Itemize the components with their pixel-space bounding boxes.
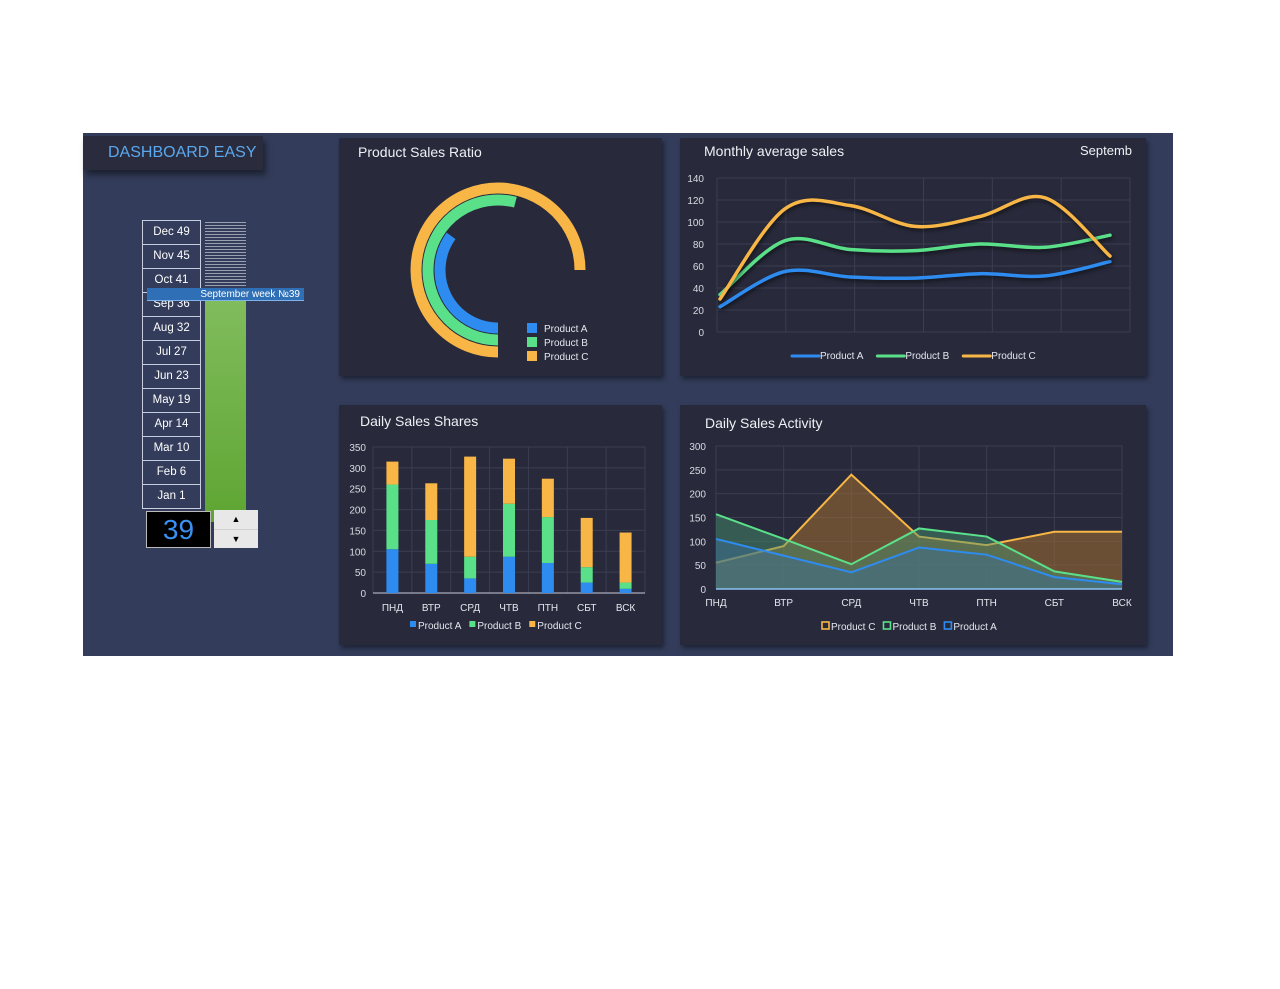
y-tick-label: 0 xyxy=(360,589,366,600)
y-tick-label: 100 xyxy=(689,537,706,548)
bar-product-c xyxy=(464,456,477,557)
bar-product-a xyxy=(580,582,593,593)
bar-product-a xyxy=(541,562,554,593)
y-tick-label: 50 xyxy=(695,561,707,572)
bar-product-b xyxy=(619,582,632,589)
legend-label: Product B xyxy=(892,622,936,633)
legend-swatch xyxy=(943,621,953,630)
y-tick-label: 100 xyxy=(687,218,704,229)
legend-label: Product C xyxy=(544,352,588,363)
legend-swatch xyxy=(527,351,537,361)
legend-label: Product C xyxy=(537,621,581,632)
legend-swatch xyxy=(882,621,892,630)
y-tick-label: 250 xyxy=(349,485,366,496)
bar-product-c xyxy=(425,483,438,520)
legend-swatch xyxy=(469,621,476,627)
y-tick-label: 50 xyxy=(355,568,367,579)
legend-label: Product B xyxy=(905,351,949,362)
legend-swatch xyxy=(821,621,830,630)
x-tick-label: ПТН xyxy=(976,598,997,609)
y-tick-label: 120 xyxy=(687,196,704,207)
bar-product-b xyxy=(464,556,477,579)
legend-swatch xyxy=(527,337,537,347)
y-tick-label: 100 xyxy=(349,547,366,558)
bar-product-a xyxy=(386,549,399,593)
y-tick-label: 150 xyxy=(689,514,706,525)
bar-product-a xyxy=(464,578,477,593)
x-tick-label: ВСК xyxy=(616,603,636,614)
y-tick-label: 150 xyxy=(349,526,366,537)
y-tick-label: 140 xyxy=(687,174,704,185)
y-tick-label: 300 xyxy=(349,464,366,475)
x-tick-label: ЧТВ xyxy=(909,598,929,609)
x-tick-label: ЧТВ xyxy=(499,603,519,614)
bar-product-b xyxy=(425,520,438,564)
y-tick-label: 350 xyxy=(349,443,366,454)
bar-product-a xyxy=(425,563,438,593)
y-tick-label: 200 xyxy=(349,506,366,517)
bar-product-c xyxy=(619,532,632,583)
bar-product-c xyxy=(541,478,554,518)
legend-label: Product C xyxy=(991,351,1035,362)
x-tick-label: СРД xyxy=(841,598,861,609)
x-tick-label: ПНД xyxy=(382,603,403,614)
y-tick-label: 300 xyxy=(689,442,706,453)
legend-label: Product C xyxy=(831,622,875,633)
y-tick-label: 80 xyxy=(693,240,705,251)
legend-label: Product A xyxy=(820,351,864,362)
dashboard-root: DASHBOARD EASY Dec 49 Nov 45 Oct 41 Sep 36 A… xyxy=(0,0,1280,989)
y-tick-label: 20 xyxy=(693,306,705,317)
legend-label: Product A xyxy=(953,622,997,633)
x-tick-label: ВТР xyxy=(774,598,793,609)
legend-label: Product B xyxy=(477,621,521,632)
x-tick-label: ВСК xyxy=(1112,598,1132,609)
x-tick-label: СБТ xyxy=(577,603,596,614)
y-tick-label: 0 xyxy=(698,328,704,339)
y-tick-label: 60 xyxy=(693,262,705,273)
line-series-product-a xyxy=(718,259,1112,309)
legend-swatch xyxy=(410,621,416,627)
charts-layer: Product A Product B Product C 0 20 40 60 80 100 1… xyxy=(349,174,1132,633)
x-tick-label: ВТР xyxy=(422,603,441,614)
bar-product-a xyxy=(503,556,515,593)
x-tick-label: СРД xyxy=(460,603,480,614)
y-tick-label: 200 xyxy=(689,490,706,501)
y-tick-label: 40 xyxy=(693,284,705,295)
bar-product-a xyxy=(619,588,632,593)
x-tick-label: ПНД xyxy=(705,598,726,609)
x-tick-label: ПТН xyxy=(538,603,559,614)
legend-label: Product A xyxy=(418,621,462,632)
bar-product-b xyxy=(503,503,515,557)
legend-label: Product B xyxy=(544,338,588,349)
x-tick-label: СБТ xyxy=(1045,598,1064,609)
y-tick-label: 250 xyxy=(689,466,706,477)
bar-product-b xyxy=(580,567,593,583)
bar-product-b xyxy=(541,517,554,563)
y-tick-label: 0 xyxy=(700,585,706,596)
legend-swatch xyxy=(527,323,537,333)
legend-label: Product A xyxy=(544,324,588,335)
bar-product-c xyxy=(386,461,399,485)
legend-swatch xyxy=(529,621,536,627)
bar-product-c xyxy=(503,458,515,504)
bar-product-c xyxy=(580,517,593,568)
bar-product-b xyxy=(386,484,399,550)
